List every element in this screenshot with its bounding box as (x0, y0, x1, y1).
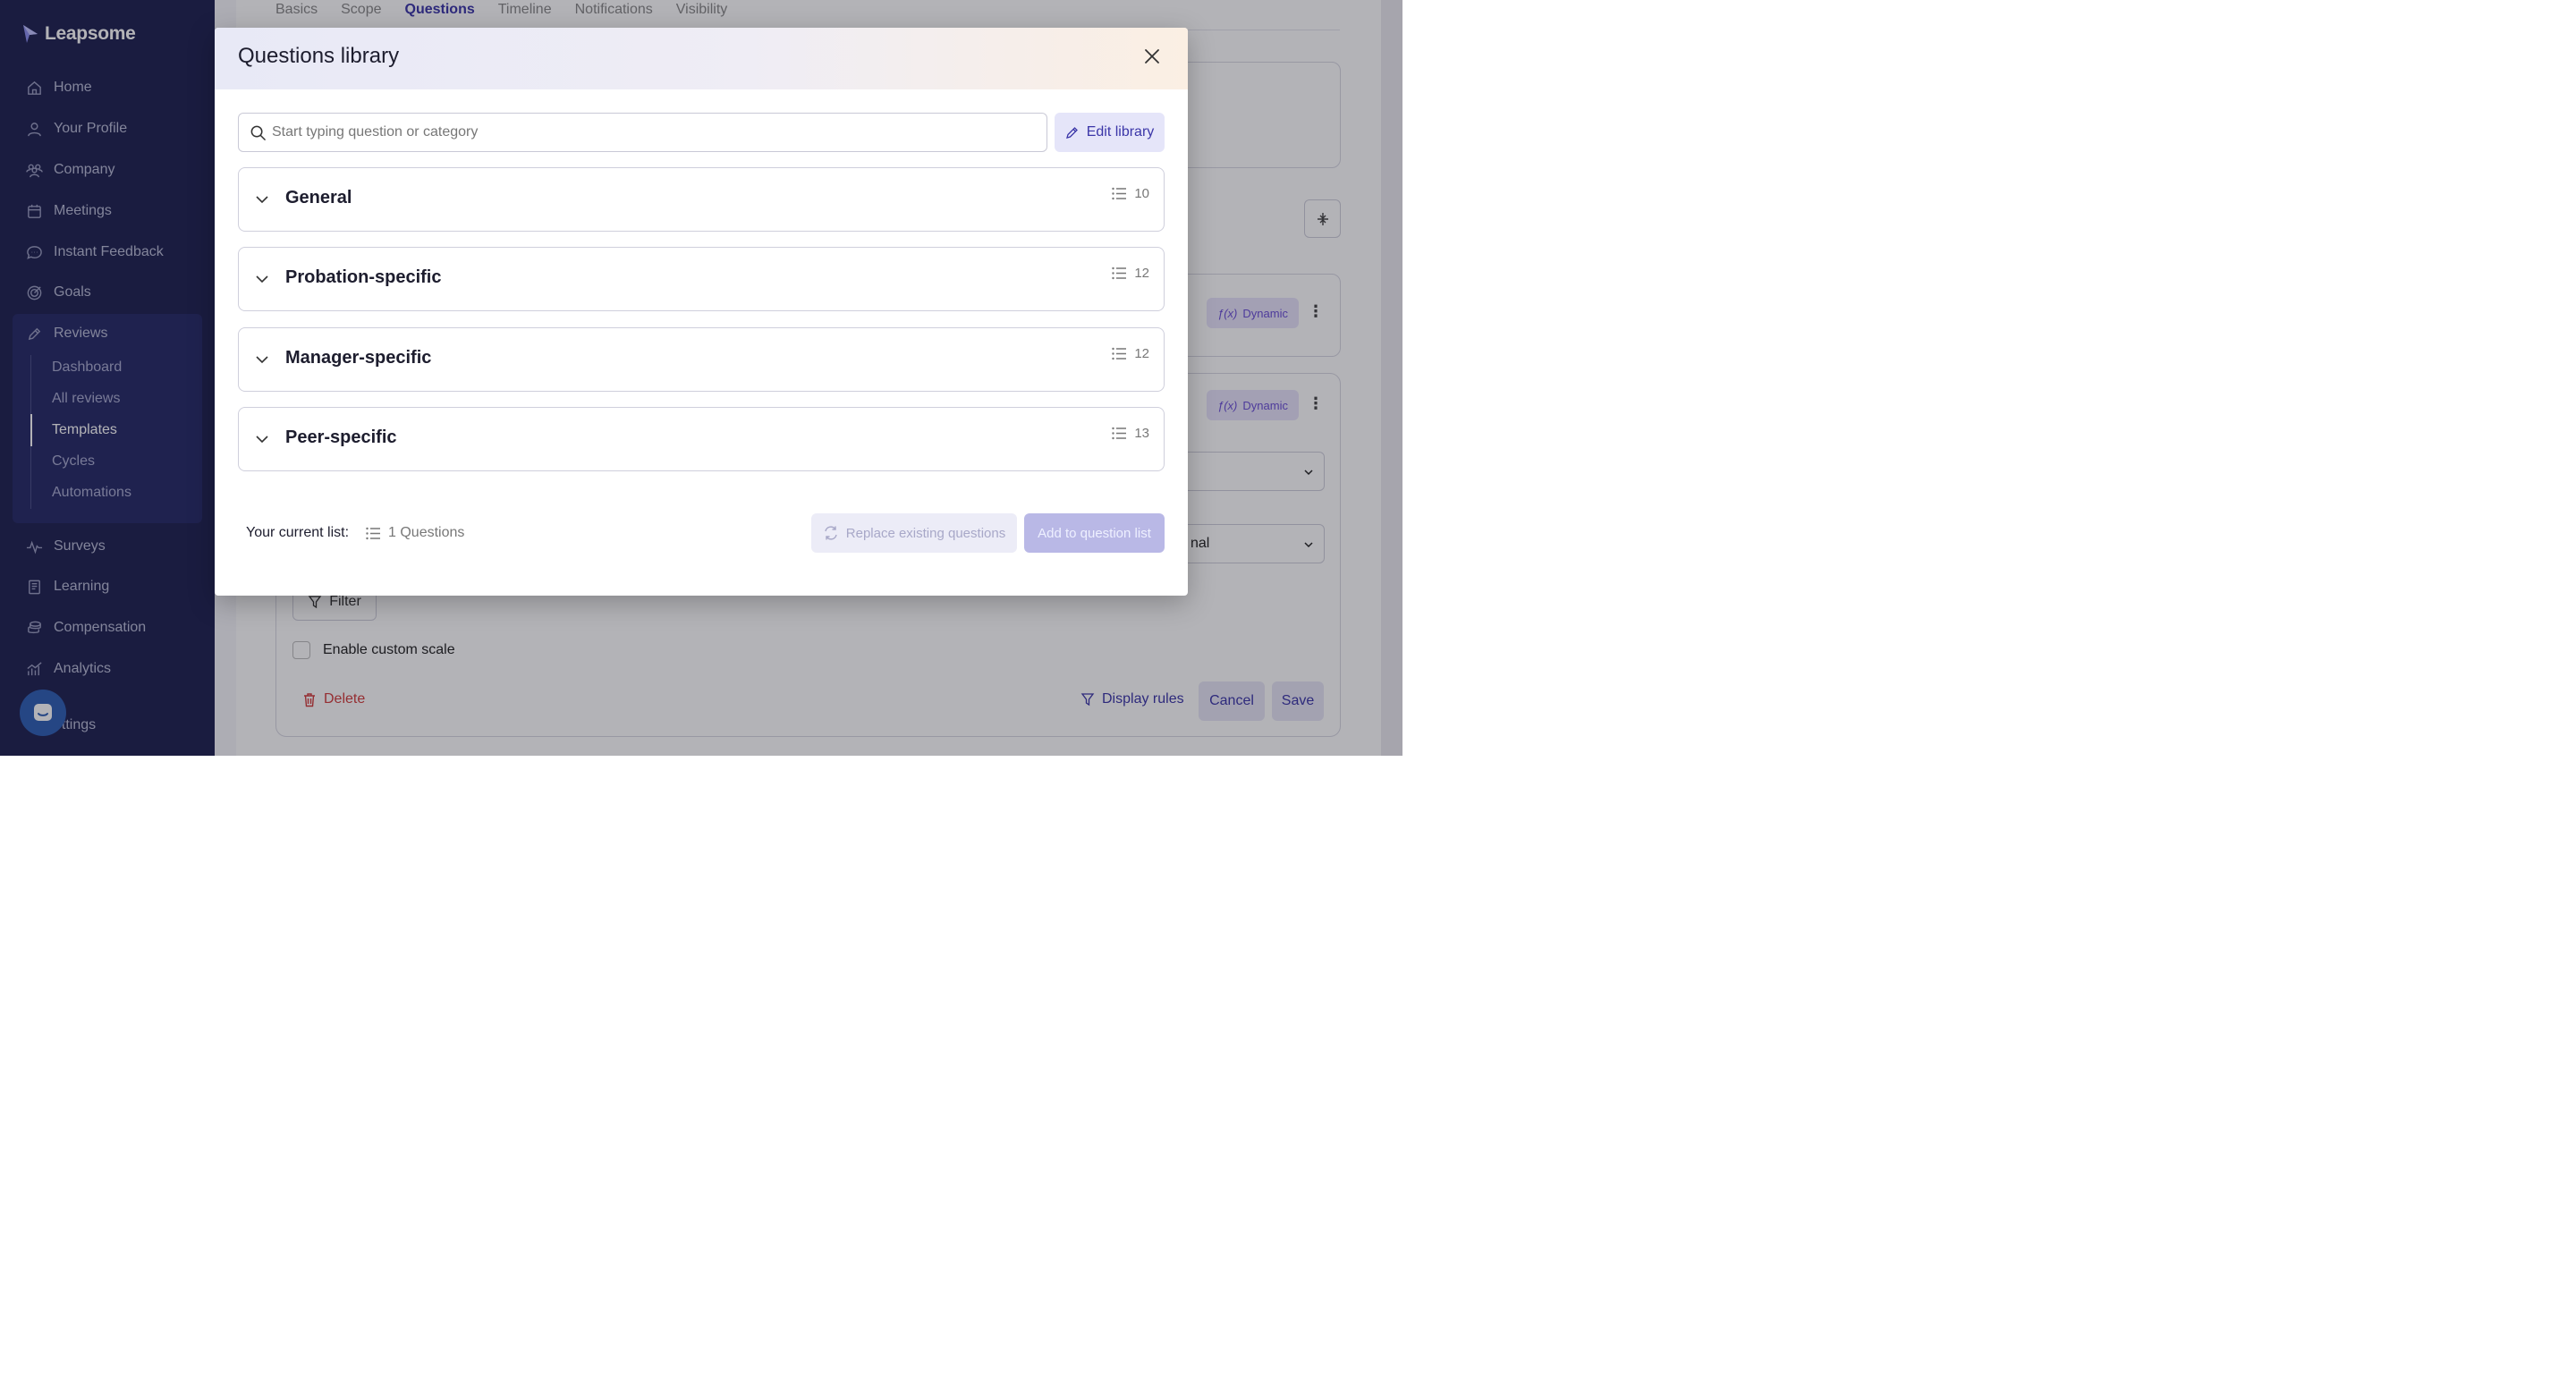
edit-library-button[interactable]: Edit library (1055, 113, 1165, 152)
category-general[interactable]: General 10 (238, 167, 1165, 232)
category-count: 12 (1112, 346, 1149, 361)
current-list-count: 1 Questions (366, 525, 464, 541)
replace-label: Replace existing questions (845, 525, 1006, 541)
category-count-value: 13 (1134, 426, 1149, 441)
refresh-icon (825, 526, 837, 540)
edit-library-label: Edit library (1086, 124, 1155, 140)
category-name: Probation-specific (285, 267, 442, 287)
category-count: 10 (1112, 186, 1149, 201)
modal-title: Questions library (238, 44, 400, 68)
modal-header: Questions library (215, 28, 1188, 89)
category-manager-specific[interactable]: Manager-specific 12 (238, 327, 1165, 392)
list-icon (1112, 187, 1127, 200)
category-count-value: 12 (1134, 266, 1149, 281)
list-icon (1112, 427, 1127, 440)
questions-library-modal: Questions library Edit library General 1… (215, 28, 1188, 596)
list-icon (366, 527, 380, 539)
close-button[interactable] (1140, 44, 1165, 69)
category-count-value: 10 (1134, 186, 1149, 201)
chevron-down-icon (256, 356, 268, 364)
add-to-question-list-button[interactable]: Add to question list (1024, 513, 1165, 553)
list-icon (1112, 347, 1127, 360)
chevron-down-icon (256, 436, 268, 444)
category-count: 13 (1112, 426, 1149, 441)
chevron-down-icon (256, 196, 268, 204)
search-icon (250, 125, 266, 140)
chevron-down-icon (256, 275, 268, 284)
category-probation-specific[interactable]: Probation-specific 12 (238, 247, 1165, 311)
category-name: Peer-specific (285, 427, 397, 447)
search-field[interactable] (238, 113, 1047, 152)
pencil-icon (1065, 127, 1078, 139)
list-icon (1112, 267, 1127, 280)
current-list-count-value: 1 Questions (388, 525, 465, 540)
replace-existing-questions-button[interactable]: Replace existing questions (811, 513, 1017, 553)
close-icon (1145, 49, 1159, 63)
category-name: Manager-specific (285, 348, 432, 368)
category-count-value: 12 (1134, 346, 1149, 361)
category-count: 12 (1112, 266, 1149, 281)
category-peer-specific[interactable]: Peer-specific 13 (238, 407, 1165, 471)
search-input[interactable] (272, 124, 1041, 140)
current-list-label: Your current list: (246, 525, 350, 540)
category-name: General (285, 188, 352, 207)
